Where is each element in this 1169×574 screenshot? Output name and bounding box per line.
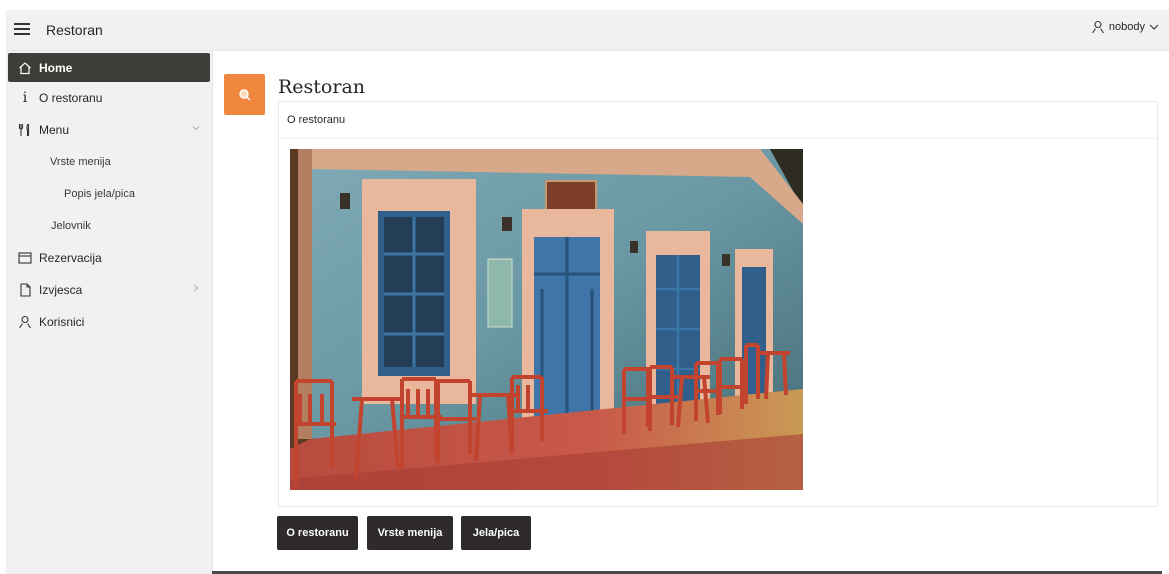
- top-header: Restoran nobody: [6, 10, 1169, 51]
- user-icon: [18, 315, 32, 329]
- sidebar-subitem-label: Popis jela/pica: [64, 188, 135, 200]
- sidebar-item-korisnici[interactable]: Korisnici: [6, 306, 212, 338]
- chevron-down-icon: [1149, 24, 1159, 30]
- sidebar-item-label: Home: [39, 60, 73, 75]
- hamburger-menu-icon[interactable]: [14, 23, 30, 37]
- sidebar-item-izvjesca[interactable]: Izvjesca: [6, 274, 212, 306]
- sidebar-item-label: Izvjesca: [39, 283, 83, 297]
- page-title: Restoran: [278, 76, 366, 98]
- content-region: O restoranu: [278, 101, 1158, 507]
- sidebar-subitem-vrste-menija[interactable]: Vrste menija: [6, 146, 212, 178]
- sidebar-item-o-restoranu[interactable]: i O restoranu: [6, 82, 212, 114]
- sidebar-item-menu[interactable]: Menu: [6, 114, 212, 146]
- document-icon: [18, 283, 32, 297]
- sidebar-subitem-popis-jela-pica[interactable]: Popis jela/pica: [6, 178, 212, 210]
- sidebar-subitem-jelovnik[interactable]: Jelovnik: [6, 210, 212, 242]
- page-icon: [224, 74, 265, 115]
- sidebar-subitem-label: Jelovnik: [51, 220, 91, 232]
- utensils-icon: [18, 123, 32, 137]
- search-icon: [238, 88, 250, 100]
- chevron-down-icon: [192, 126, 200, 131]
- region-title: O restoranu: [279, 102, 1157, 139]
- chevron-right-icon: [194, 284, 199, 292]
- calendar-icon: [18, 251, 32, 265]
- sidebar-item-label: O restoranu: [39, 91, 103, 105]
- sidebar-item-rezervacija[interactable]: Rezervacija: [6, 242, 212, 274]
- o-restoranu-button[interactable]: O restoranu: [277, 516, 358, 550]
- sidebar-subitem-label: Vrste menija: [50, 156, 111, 168]
- sidebar-item-home[interactable]: Home: [8, 53, 210, 82]
- user-menu[interactable]: nobody: [1091, 20, 1159, 34]
- vrste-menija-button[interactable]: Vrste menija: [367, 516, 453, 550]
- info-icon: i: [22, 90, 28, 106]
- jela-pica-button[interactable]: Jela/pica: [461, 516, 531, 550]
- sidebar-item-label: Korisnici: [39, 315, 85, 329]
- app-title[interactable]: Restoran: [46, 22, 103, 38]
- user-name: nobody: [1108, 21, 1145, 33]
- user-icon: [1091, 20, 1104, 34]
- home-icon: [18, 61, 32, 75]
- restaurant-photo: [290, 149, 803, 490]
- sidebar-item-label: Menu: [39, 123, 70, 137]
- sidebar-item-label: Rezervacija: [39, 251, 102, 265]
- sidebar-nav: Home i O restoranu Menu Vrste menija Pop…: [6, 51, 213, 574]
